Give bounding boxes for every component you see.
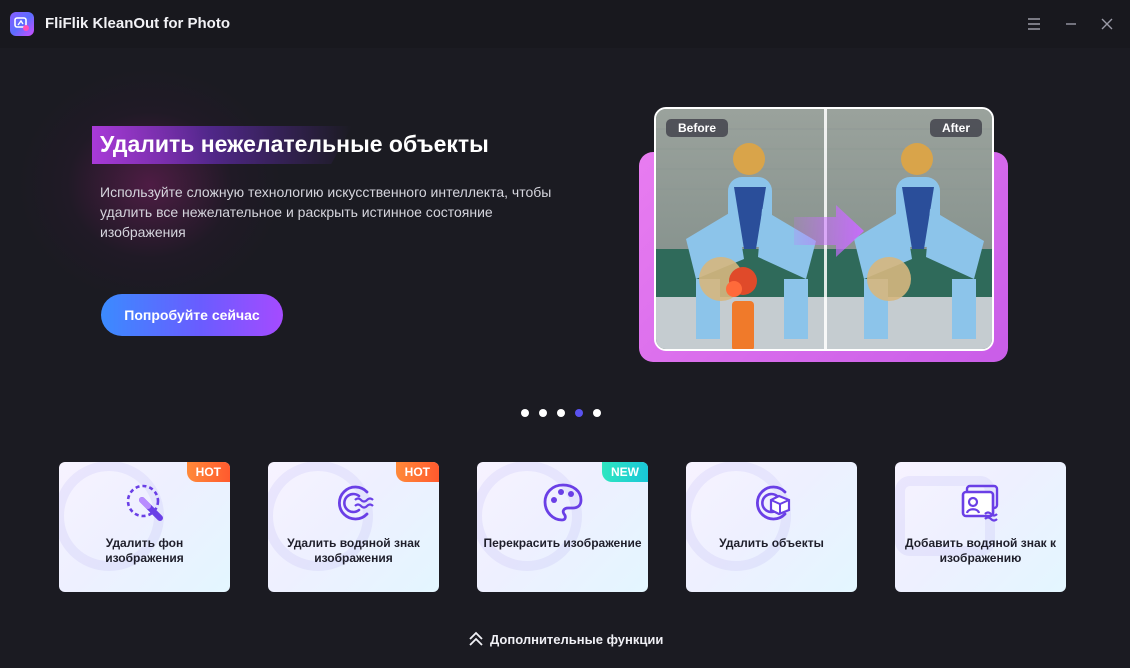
watermark-remove-icon — [338, 485, 374, 521]
card-recolor[interactable]: NEW Перекрасить изображение — [477, 462, 648, 592]
new-badge: NEW — [602, 462, 648, 482]
carousel-dot[interactable] — [539, 409, 547, 417]
palette-icon — [543, 483, 583, 522]
more-features-button[interactable]: Дополнительные функции — [468, 629, 663, 649]
card-label: Перекрасить изображение — [483, 536, 642, 550]
preview-image — [656, 109, 992, 349]
hero-title: Удалить нежелательные объекты — [100, 131, 489, 157]
card-remove-objects[interactable]: Удалить объекты — [686, 462, 857, 592]
before-after-preview: Before After — [654, 107, 994, 351]
minimize-icon[interactable] — [1061, 14, 1081, 34]
card-label: Удалить объекты — [719, 536, 824, 550]
card-add-watermark[interactable]: Добавить водяной знак к изображению — [895, 462, 1066, 592]
carousel-dot[interactable] — [557, 409, 565, 417]
before-label: Before — [666, 119, 729, 137]
title-bar: FliFlik KleanOut for Photo — [0, 0, 1130, 48]
hot-badge: HOT — [395, 462, 439, 482]
card-remove-background[interactable]: HOT Удалить фон изображения — [59, 462, 230, 592]
more-features-label: Дополнительные функции — [490, 631, 664, 647]
brush-select-icon — [126, 484, 163, 521]
app-logo-icon — [10, 12, 34, 36]
try-now-button[interactable]: Попробуйте сейчас — [101, 294, 283, 336]
carousel-dot-active[interactable] — [575, 409, 583, 417]
watermark-add-icon — [961, 484, 999, 522]
carousel-dots — [521, 409, 601, 417]
object-remove-icon — [756, 485, 791, 521]
carousel-dot[interactable] — [593, 409, 601, 417]
carousel-dot[interactable] — [521, 409, 529, 417]
app-title: FliFlik KleanOut for Photo — [45, 15, 230, 32]
card-remove-watermark[interactable]: HOT Удалить водяной знак изображения — [268, 462, 439, 592]
hot-badge: HOT — [186, 462, 230, 482]
double-chevron-up-icon — [469, 631, 483, 646]
menu-icon[interactable] — [1024, 14, 1044, 34]
after-label: After — [929, 119, 982, 137]
card-label: Удалить водяной знак изображения — [287, 536, 420, 565]
close-icon[interactable] — [1097, 14, 1117, 34]
card-label: Удалить фон изображения — [105, 536, 184, 565]
hero-description: Используйте сложную технологию искусстве… — [100, 184, 552, 240]
card-label: Добавить водяной знак к изображению — [905, 536, 1056, 565]
